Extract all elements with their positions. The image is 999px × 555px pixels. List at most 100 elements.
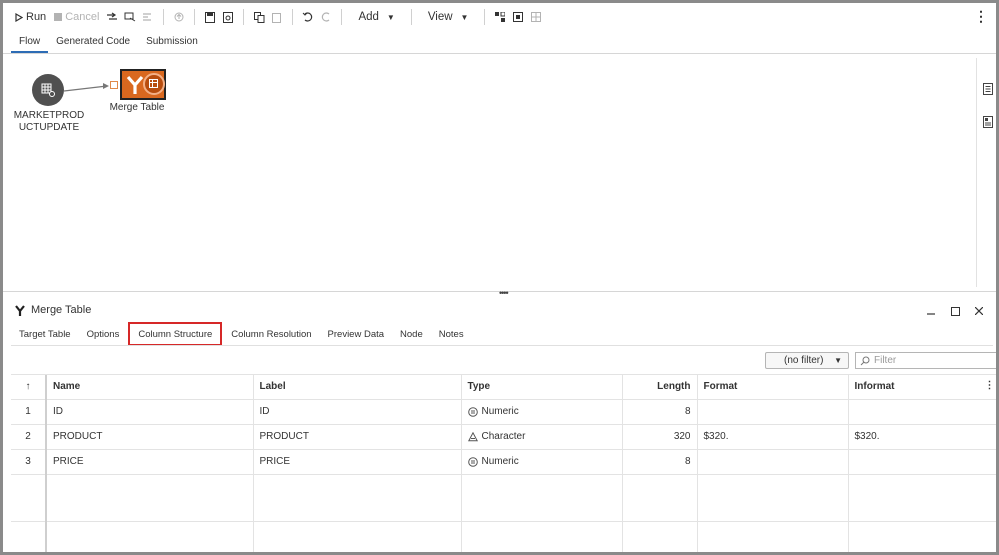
cell-length[interactable]: 8: [622, 448, 698, 474]
empty-cell: [622, 473, 698, 521]
cell-type[interactable]: Numeric: [461, 448, 623, 474]
redo-icon[interactable]: [317, 6, 335, 28]
upload-icon[interactable]: [170, 6, 188, 28]
toolbar-separator: [163, 9, 165, 25]
run-step-icon[interactable]: [103, 6, 121, 28]
cell-label[interactable]: PRODUCT: [253, 423, 462, 449]
node-tabs: Target Table Options Column Structure Co…: [11, 322, 472, 346]
layout-icon[interactable]: [491, 6, 509, 28]
close-icon[interactable]: [972, 305, 986, 317]
input-port[interactable]: [110, 81, 118, 89]
tab-options[interactable]: Options: [79, 323, 128, 345]
filter-select[interactable]: (no filter) ▼: [765, 352, 849, 369]
table-row[interactable]: 2 PRODUCT PRODUCT Character 320 $320. $3…: [11, 423, 996, 449]
overview-icon[interactable]: [983, 116, 993, 128]
empty-cell: [848, 473, 996, 521]
properties-icon[interactable]: [983, 83, 993, 95]
informat-header-label: Informat: [854, 381, 895, 393]
column-menu-icon[interactable]: ⋮: [985, 380, 995, 391]
merge-node-label: Merge Table: [109, 102, 165, 113]
caret-down-icon: ▼: [834, 356, 842, 365]
empty-row: [11, 520, 996, 552]
type-header[interactable]: Type: [461, 375, 623, 399]
stop-icon: [54, 13, 63, 21]
merge-icon: [15, 304, 25, 316]
name-header[interactable]: Name: [46, 375, 254, 399]
tab-generated-code[interactable]: Generated Code: [48, 33, 138, 53]
add-label: Add: [358, 11, 379, 23]
cell-informat[interactable]: [848, 398, 996, 424]
cell-length[interactable]: 320: [622, 423, 698, 449]
cell-informat[interactable]: [848, 448, 996, 474]
cell-type[interactable]: Numeric: [461, 398, 623, 424]
app-window: Run Cancel Add ▼ View ▼ ⋮ Flow Generated…: [0, 0, 999, 555]
run-from-node-icon[interactable]: [121, 6, 139, 28]
tab-node[interactable]: Node: [392, 323, 431, 345]
tab-notes[interactable]: Notes: [431, 323, 472, 345]
cell-label[interactable]: PRICE: [253, 448, 462, 474]
sort-header[interactable]: ↑: [11, 375, 47, 399]
more-options-icon[interactable]: ⋮: [974, 9, 988, 23]
toolbar-separator: [194, 9, 196, 25]
row-index: 1: [11, 398, 47, 424]
informat-header[interactable]: Informat ⋮: [848, 375, 996, 399]
copy-icon[interactable]: [250, 6, 268, 28]
play-icon: [15, 12, 23, 22]
splitter-grip-icon[interactable]: ••••: [499, 288, 509, 298]
empty-cell: [46, 520, 254, 552]
cell-name[interactable]: PRODUCT: [46, 423, 254, 449]
cancel-button[interactable]: Cancel: [50, 6, 103, 28]
cell-informat[interactable]: $320.: [848, 423, 996, 449]
empty-cell: [461, 473, 623, 521]
merge-icon: [126, 75, 144, 94]
row-index: 3: [11, 448, 47, 474]
paste-icon[interactable]: [268, 6, 286, 28]
toolbar-separator: [341, 9, 343, 25]
type-label: Numeric: [481, 456, 519, 467]
empty-cell: [697, 473, 849, 521]
source-node-label-line1: MARKETPROD: [13, 110, 85, 121]
tab-preview-data[interactable]: Preview Data: [320, 323, 393, 345]
save-icon[interactable]: [201, 6, 219, 28]
grid-icon[interactable]: [527, 6, 545, 28]
table-row[interactable]: 1 ID ID Numeric 8: [11, 398, 996, 424]
cell-format[interactable]: [697, 398, 849, 424]
empty-cell: [253, 520, 462, 552]
tab-submission[interactable]: Submission: [138, 33, 206, 53]
view-menu-button[interactable]: View ▼: [418, 6, 479, 28]
maximize-icon[interactable]: [948, 305, 962, 317]
undo-icon[interactable]: [299, 6, 317, 28]
cell-length[interactable]: 8: [622, 398, 698, 424]
source-table-node[interactable]: [32, 74, 64, 106]
run-button[interactable]: Run: [11, 6, 50, 28]
cell-label[interactable]: ID: [253, 398, 462, 424]
cell-type[interactable]: Character: [461, 423, 623, 449]
label-header[interactable]: Label: [253, 375, 462, 399]
table-row[interactable]: 3 PRICE PRICE Numeric 8: [11, 448, 996, 474]
empty-cell: [848, 520, 996, 552]
numeric-icon: [467, 406, 478, 417]
format-header[interactable]: Format: [697, 375, 849, 399]
tab-target-table[interactable]: Target Table: [11, 323, 79, 345]
add-menu-button[interactable]: Add ▼: [348, 6, 404, 28]
toolbar-separator: [292, 9, 294, 25]
tab-column-structure[interactable]: Column Structure: [128, 322, 223, 346]
cell-format[interactable]: [697, 448, 849, 474]
caret-down-icon: ▼: [386, 12, 395, 22]
run-to-node-icon[interactable]: [139, 6, 157, 28]
cell-name[interactable]: ID: [46, 398, 254, 424]
filter-input[interactable]: Filter: [855, 352, 996, 369]
cancel-label: Cancel: [65, 11, 100, 23]
minimize-icon[interactable]: [924, 305, 938, 317]
toolbar-separator: [484, 9, 486, 25]
fit-icon[interactable]: [509, 6, 527, 28]
tab-column-resolution[interactable]: Column Resolution: [223, 323, 319, 345]
cell-name[interactable]: PRICE: [46, 448, 254, 474]
divider: [11, 345, 993, 346]
save-as-icon[interactable]: [219, 6, 237, 28]
cell-format[interactable]: $320.: [697, 423, 849, 449]
tab-flow[interactable]: Flow: [11, 33, 49, 53]
empty-cell: [11, 473, 47, 521]
type-label: Character: [481, 431, 526, 442]
length-header[interactable]: Length: [622, 375, 698, 399]
